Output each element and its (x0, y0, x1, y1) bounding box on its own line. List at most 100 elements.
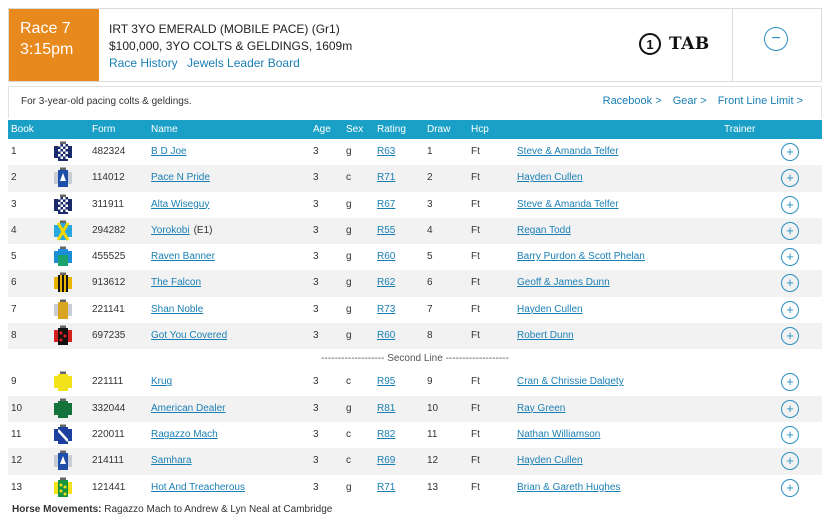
runner-row: 10 332044 American Dealer 3 g R81 10 Ft Ray Gree… (8, 395, 822, 422)
add-runner-button[interactable]: + (781, 169, 799, 188)
runner-rating-link[interactable]: R69 (377, 455, 395, 466)
runner-draw: 6 (427, 277, 433, 289)
runner-sex: g (346, 198, 352, 210)
runner-hcp: Ft (471, 376, 480, 388)
runner-name-link[interactable]: Krug (151, 376, 172, 387)
runner-trainer-link[interactable]: Hayden Cullen (517, 172, 583, 183)
runner-name-link[interactable]: Hot And Treacherous (151, 482, 245, 493)
add-runner-button[interactable]: + (781, 195, 799, 214)
tab-logo: 1 TAB (639, 33, 710, 55)
runner-trainer-link[interactable]: Brian & Gareth Hughes (517, 482, 620, 493)
runner-form: 214111 (92, 455, 124, 467)
runner-age: 3 (313, 277, 319, 289)
add-runner-button[interactable]: + (781, 143, 799, 161)
runner-form: 697235 (92, 330, 126, 342)
runner-hcp: Ft (471, 303, 480, 315)
runner-rating-link[interactable]: R67 (377, 199, 395, 210)
runner-hcp: Ft (471, 146, 480, 157)
race-header: Race 7 3:15pm IRT 3YO EMERALD (MOBILE PA… (8, 8, 822, 82)
gear-link[interactable]: Gear > (673, 95, 707, 107)
runner-age: 3 (313, 172, 319, 184)
runner-row: 3 311911 Alta Wiseguy 3 g R67 3 Ft Steve & Amand… (8, 192, 822, 218)
runner-trainer-link[interactable]: Cran & Chrissie Dalgety (517, 376, 624, 387)
runner-rating-link[interactable]: R73 (377, 304, 395, 315)
runner-sex: g (346, 224, 352, 236)
add-runner-button[interactable]: + (781, 425, 799, 444)
add-runner-button[interactable]: + (781, 399, 799, 418)
runner-name-link[interactable]: Alta Wiseguy (151, 199, 209, 210)
runner-age: 3 (313, 481, 319, 493)
add-runner-button[interactable]: + (781, 327, 799, 346)
runner-trainer-link[interactable]: Ray Green (517, 403, 565, 414)
runner-rating-link[interactable]: R82 (377, 429, 395, 440)
runner-trainer-link[interactable]: Geoff & James Dunn (517, 277, 610, 288)
add-runner-button[interactable]: + (781, 373, 799, 392)
runner-trainer-link[interactable]: Steve & Amanda Telfer (517, 199, 619, 210)
add-runner-button[interactable]: + (781, 248, 799, 267)
runner-trainer-link[interactable]: Hayden Cullen (517, 455, 583, 466)
race-time: 3:15pm (20, 41, 74, 58)
runner-hcp: Ft (471, 455, 480, 467)
add-runner-button[interactable]: + (781, 221, 799, 240)
jockey-silks-icon (54, 398, 72, 418)
runner-trainer-link[interactable]: Barry Purdon & Scott Phelan (517, 251, 645, 262)
race-title: IRT 3YO EMERALD (MOBILE PACE) (Gr1) (109, 22, 340, 36)
runner-name-link[interactable]: Raven Banner (151, 251, 215, 262)
front-line-limit-link[interactable]: Front Line Limit > (718, 95, 803, 107)
runner-trainer-link[interactable]: Nathan Williamson (517, 429, 600, 440)
runner-book: 13 (11, 481, 23, 493)
runner-rating-link[interactable]: R63 (377, 146, 395, 157)
col-name: Name (151, 124, 178, 135)
col-trainer: Trainer (724, 124, 756, 135)
runner-rating-link[interactable]: R55 (377, 225, 395, 236)
racebook-link[interactable]: Racebook > (603, 95, 662, 107)
runner-name-link[interactable]: Got You Covered (151, 330, 227, 341)
jockey-silks-icon (54, 477, 72, 497)
runner-hcp: Ft (471, 198, 480, 210)
header-divider (732, 9, 733, 81)
runner-draw: 2 (427, 172, 433, 184)
collapse-button[interactable]: − (764, 27, 788, 51)
runner-hcp: Ft (471, 251, 480, 263)
col-book: Book (11, 124, 34, 135)
runner-trainer-link[interactable]: Steve & Amanda Telfer (517, 146, 619, 157)
runner-name-link[interactable]: Yorokobi (151, 225, 190, 236)
runner-row: 9 221111 Krug 3 c R95 9 Ft Cran & Chrissie Dalge… (8, 369, 822, 395)
runner-rating-link[interactable]: R81 (377, 403, 395, 414)
add-runner-button[interactable]: + (781, 478, 799, 497)
runner-form: 913612 (92, 277, 126, 289)
runner-trainer-link[interactable]: Regan Todd (517, 225, 571, 236)
add-runner-button[interactable]: + (781, 274, 799, 293)
runner-rating-link[interactable]: R62 (377, 277, 395, 288)
runner-rating-link[interactable]: R60 (377, 330, 395, 341)
jockey-silks-icon (54, 272, 72, 293)
runner-trainer-link[interactable]: Robert Dunn (517, 330, 574, 341)
col-draw: Draw (427, 124, 451, 135)
runner-age: 3 (313, 251, 319, 263)
race-history-link[interactable]: Race History (109, 56, 178, 70)
col-rating: Rating (377, 124, 406, 135)
runner-sex: c (346, 376, 351, 388)
runner-rating-link[interactable]: R95 (377, 376, 395, 387)
runner-name-link[interactable]: B D Joe (151, 146, 187, 157)
horse-movements-text: Ragazzo Mach to Andrew & Lyn Neal at Cam… (104, 504, 333, 515)
jewels-leader-board-link[interactable]: Jewels Leader Board (187, 56, 300, 70)
runner-name-link[interactable]: American Dealer (151, 403, 225, 414)
conditions-bar: For 3-year-old pacing colts & geldings. … (8, 86, 822, 118)
runner-sex: g (346, 481, 352, 493)
runner-name-link[interactable]: The Falcon (151, 277, 201, 288)
runner-rating-link[interactable]: R71 (377, 482, 395, 493)
runner-name-link[interactable]: Shan Noble (151, 304, 203, 315)
runner-trainer-link[interactable]: Hayden Cullen (517, 304, 583, 315)
runner-rating-link[interactable]: R71 (377, 172, 395, 183)
runner-name-link[interactable]: Samhara (151, 455, 192, 466)
runner-name-link[interactable]: Ragazzo Mach (151, 429, 218, 440)
add-runner-button[interactable]: + (781, 300, 799, 319)
runner-name-link[interactable]: Pace N Pride (151, 172, 210, 183)
runner-rating-link[interactable]: R60 (377, 251, 395, 262)
add-runner-button[interactable]: + (781, 452, 799, 471)
runner-age: 3 (313, 428, 319, 440)
runner-book: 1 (11, 146, 17, 157)
runner-sex: c (346, 172, 351, 184)
runner-draw: 13 (427, 481, 439, 493)
